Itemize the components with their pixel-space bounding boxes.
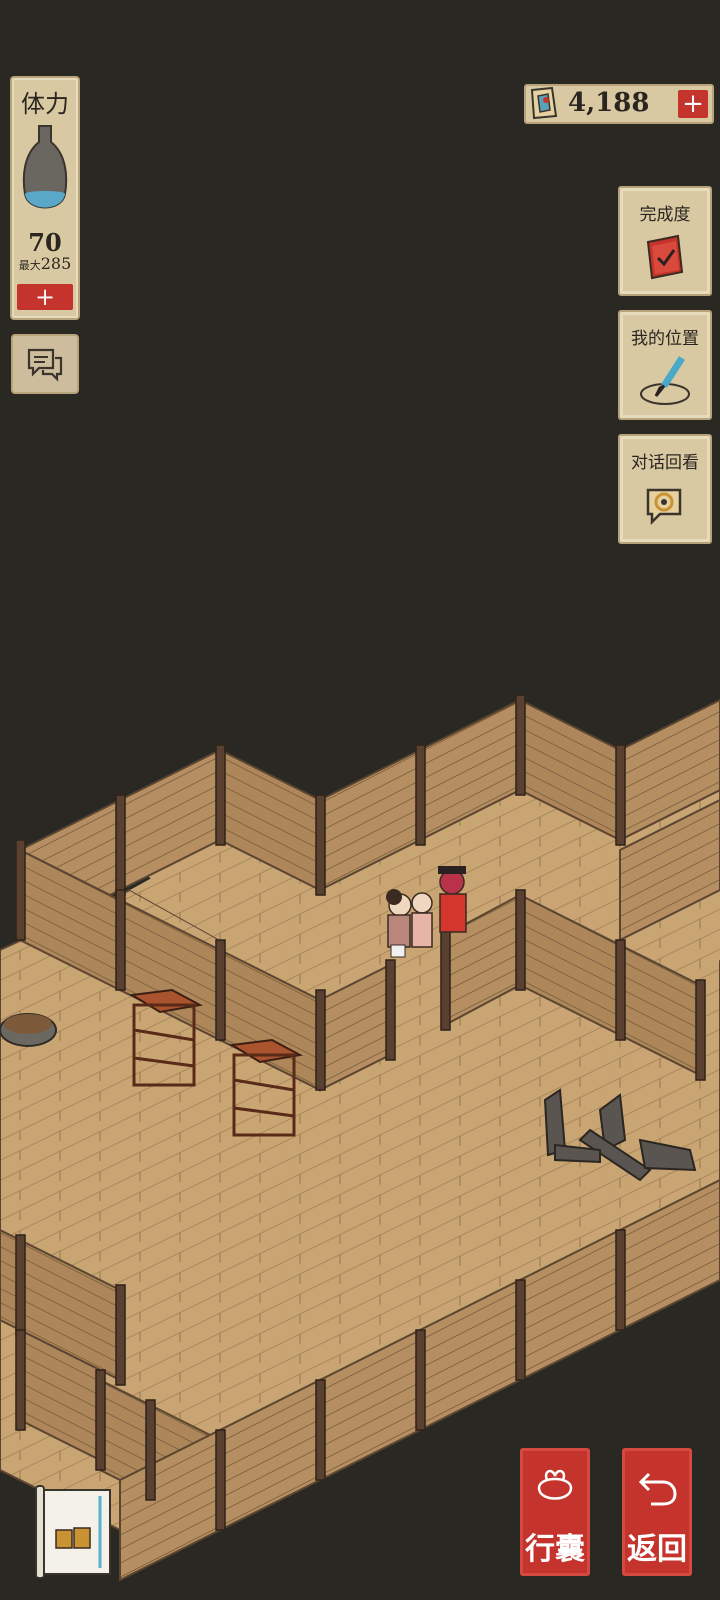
gourd-icon [22, 125, 68, 209]
back-button[interactable]: 返回 [622, 1448, 692, 1576]
game-map[interactable] [0, 0, 720, 1600]
chat-bubble-icon [27, 348, 63, 382]
bag-label: 行囊 [525, 1532, 585, 1567]
stamina-panel: 体力 70 最大285 + [10, 76, 80, 320]
quest-scroll-button[interactable] [34, 1484, 116, 1580]
bag-button[interactable]: 行囊 [520, 1448, 590, 1576]
red-book-icon [646, 234, 684, 280]
my-location-label: 我的位置 [631, 329, 699, 349]
basin[interactable] [0, 1013, 57, 1047]
chat-button[interactable] [11, 334, 79, 394]
bundle-icon [537, 1469, 573, 1500]
currency-amount: 4,188 [568, 88, 650, 118]
stamina-max: 最大285 [18, 254, 72, 273]
add-currency-button[interactable]: + [678, 90, 708, 118]
brush-icon [640, 356, 690, 405]
return-arrow-icon [638, 1472, 677, 1506]
jade-currency-icon [530, 86, 558, 120]
add-stamina-button[interactable]: + [17, 284, 73, 310]
stamina-value: 70 [28, 228, 62, 257]
currency-panel: 4,188 + [524, 84, 714, 124]
scroll-icon [35, 1485, 111, 1579]
completion-label: 完成度 [639, 205, 691, 225]
completion-button[interactable]: 完成度 [618, 186, 712, 296]
stamina-label: 体力 [21, 90, 69, 118]
dialogue-review-icon [646, 488, 682, 526]
dialogue-review-label: 对话回看 [631, 453, 699, 473]
dialogue-review-button[interactable]: 对话回看 [618, 434, 712, 544]
my-location-button[interactable]: 我的位置 [618, 310, 712, 420]
back-label: 返回 [627, 1532, 687, 1567]
